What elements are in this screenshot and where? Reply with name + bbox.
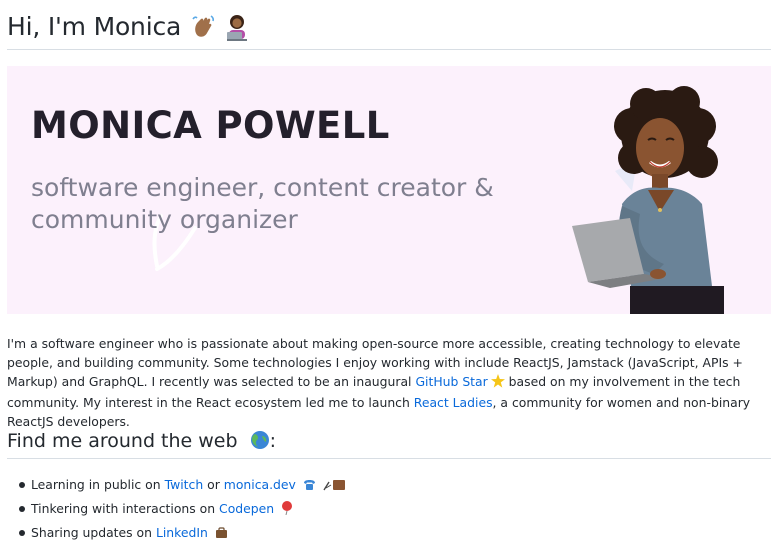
list-item-text: or xyxy=(203,477,224,492)
balloon-icon xyxy=(281,500,293,522)
avatar-illustration xyxy=(572,86,724,314)
react-ladies-link[interactable]: React Ladies xyxy=(414,395,493,410)
list-item-codepen: Tinkering with interactions on Codepen xyxy=(19,498,347,522)
list-item-text: Tinkering with interactions on xyxy=(31,501,220,516)
github-star-link[interactable]: GitHub Star xyxy=(415,374,487,389)
codepen-link[interactable]: Codepen xyxy=(219,501,274,516)
linkedin-link[interactable]: LinkedIn xyxy=(156,525,208,540)
profile-banner: MONICA POWELL software engineer, content… xyxy=(7,66,771,314)
intro-paragraph: I'm a software engineer who is passionat… xyxy=(7,334,767,431)
banner-name: MONICA POWELL xyxy=(31,104,390,147)
briefcase-icon xyxy=(215,524,228,546)
section-title-suffix: : xyxy=(269,430,277,452)
web-links-list: Learning in public on Twitch or monica.d… xyxy=(19,474,347,546)
list-item-linkedin: Sharing updates on LinkedIn xyxy=(19,522,347,546)
list-item-text: Learning in public on xyxy=(31,477,165,492)
page-title-row: Hi, I'm Monica xyxy=(7,11,771,50)
twitch-link[interactable]: Twitch xyxy=(165,477,204,492)
section-title: Find me around the web xyxy=(7,430,238,452)
list-item-text: Sharing updates on xyxy=(31,525,156,540)
list-item-twitch: Learning in public on Twitch or monica.d… xyxy=(19,474,347,498)
section-heading-row: Find me around the web : xyxy=(7,428,771,459)
telephone-icon xyxy=(303,476,316,498)
waving-hand-icon xyxy=(189,13,217,49)
page-title: Hi, I'm Monica xyxy=(7,12,182,41)
globe-icon xyxy=(250,430,270,457)
banner-tagline: software engineer, content creator & com… xyxy=(31,173,494,234)
glowing-star-icon xyxy=(490,374,505,393)
writing-hand-icon xyxy=(323,476,347,498)
monica-dev-link[interactable]: monica.dev xyxy=(224,477,296,492)
technologist-icon xyxy=(223,13,251,49)
